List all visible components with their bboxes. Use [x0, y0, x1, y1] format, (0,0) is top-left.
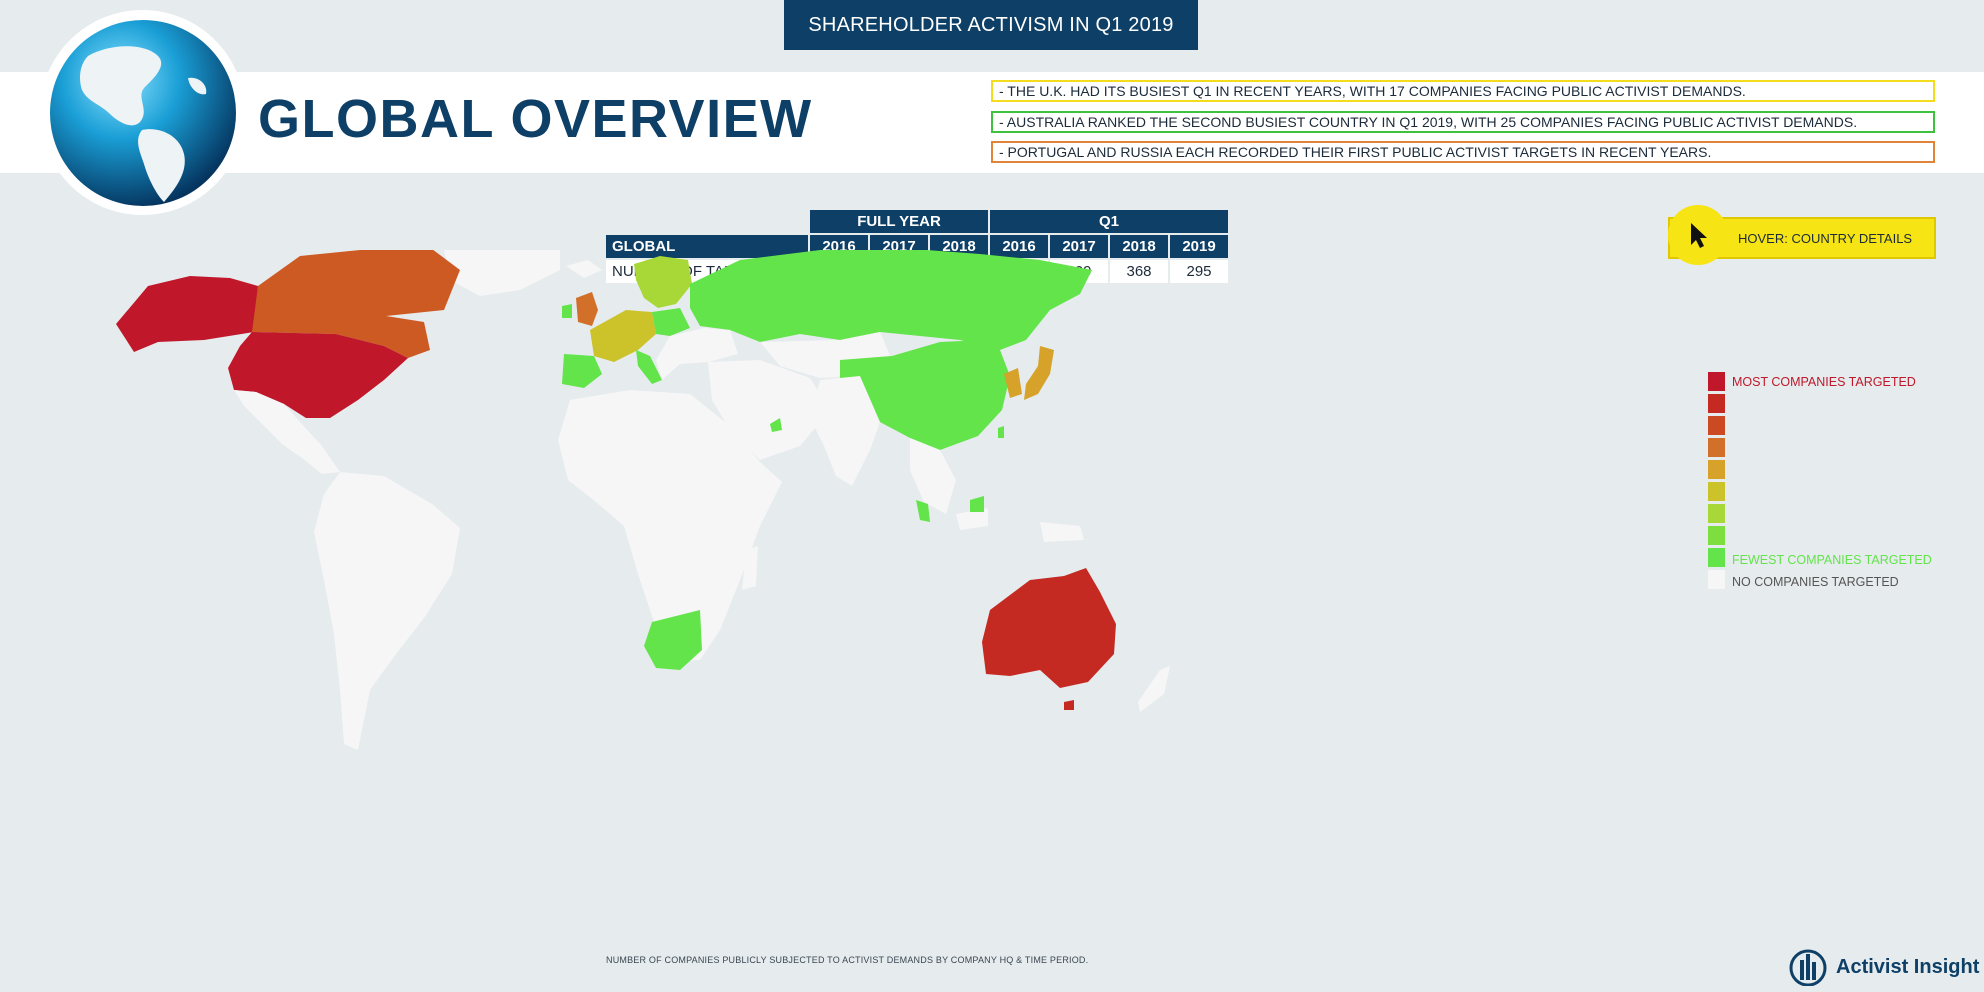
legend-most-label: MOST COMPANIES TARGETED: [1732, 375, 1916, 389]
legend-none-label: NO COMPANIES TARGETED: [1732, 575, 1899, 589]
country-new-zealand[interactable]: [1138, 666, 1170, 712]
cursor-icon: [1691, 223, 1707, 248]
country-papua[interactable]: [1040, 522, 1084, 542]
activist-insight-logo: Activist Insight: [1786, 948, 1979, 986]
country-alaska[interactable]: [116, 276, 258, 352]
country-ireland[interactable]: [562, 304, 572, 318]
legend-fewest-label: FEWEST COMPANIES TARGETED: [1732, 553, 1932, 567]
country-south-africa[interactable]: [644, 610, 702, 670]
header-full-year: FULL YEAR: [810, 210, 988, 233]
hover-country-details-button[interactable]: HOVER: COUNTRY DETAILS: [1668, 205, 1936, 265]
logo-text: Activist Insight: [1836, 955, 1980, 978]
country-italy[interactable]: [636, 350, 662, 384]
country-france-germany[interactable]: [590, 310, 656, 362]
hover-button-label: HOVER: COUNTRY DETAILS: [1738, 230, 1913, 246]
activist-insight-logo-icon: [1789, 949, 1827, 986]
country-poland[interactable]: [652, 308, 690, 336]
legend-swatch: [1708, 504, 1725, 523]
note-uk: - THE U.K. HAD ITS BUSIEST Q1 IN RECENT …: [991, 80, 1935, 102]
legend-swatch: [1708, 482, 1725, 501]
country-uk[interactable]: [576, 292, 598, 326]
country-iceland[interactable]: [566, 260, 602, 278]
note-australia: - AUSTRALIA RANKED THE SECOND BUSIEST CO…: [991, 111, 1935, 133]
country-australia[interactable]: [982, 568, 1116, 688]
country-south-america[interactable]: [314, 472, 460, 750]
country-tasmania[interactable]: [1064, 700, 1074, 710]
country-japan[interactable]: [1024, 346, 1054, 400]
country-iberia[interactable]: [562, 354, 602, 388]
legend-swatch: [1708, 372, 1725, 391]
table-spacer: [606, 210, 808, 233]
legend-swatch: [1708, 548, 1725, 567]
country-nordics[interactable]: [634, 256, 692, 308]
legend-swatch-none: [1708, 570, 1725, 589]
legend-swatch: [1708, 526, 1725, 545]
globe-logo: [40, 10, 245, 215]
hover-circle: [1668, 205, 1728, 265]
note-text: - THE U.K. HAD ITS BUSIEST Q1 IN RECENT …: [999, 83, 1746, 99]
footnote: NUMBER OF COMPANIES PUBLICLY SUBJECTED T…: [606, 955, 1089, 965]
country-taiwan[interactable]: [998, 426, 1004, 438]
page-title: GLOBAL OVERVIEW: [258, 89, 813, 149]
note-portugal-russia: - PORTUGAL AND RUSSIA EACH RECORDED THEI…: [991, 141, 1935, 163]
legend-swatch: [1708, 460, 1725, 479]
header-tab-title: SHAREHOLDER ACTIVISM IN Q1 2019: [808, 13, 1174, 36]
globe-icon: [49, 19, 236, 206]
note-text: - AUSTRALIA RANKED THE SECOND BUSIEST CO…: [999, 114, 1858, 130]
legend-swatch: [1708, 438, 1725, 457]
header-q1: Q1: [990, 210, 1228, 233]
note-text: - PORTUGAL AND RUSSIA EACH RECORDED THEI…: [999, 144, 1712, 160]
world-map[interactable]: [40, 250, 1480, 950]
country-russia[interactable]: [690, 250, 1092, 350]
header-tab: SHAREHOLDER ACTIVISM IN Q1 2019: [784, 0, 1198, 50]
legend-swatch: [1708, 394, 1725, 413]
country-singapore-brunei[interactable]: [970, 496, 984, 512]
legend-swatch: [1708, 416, 1725, 435]
